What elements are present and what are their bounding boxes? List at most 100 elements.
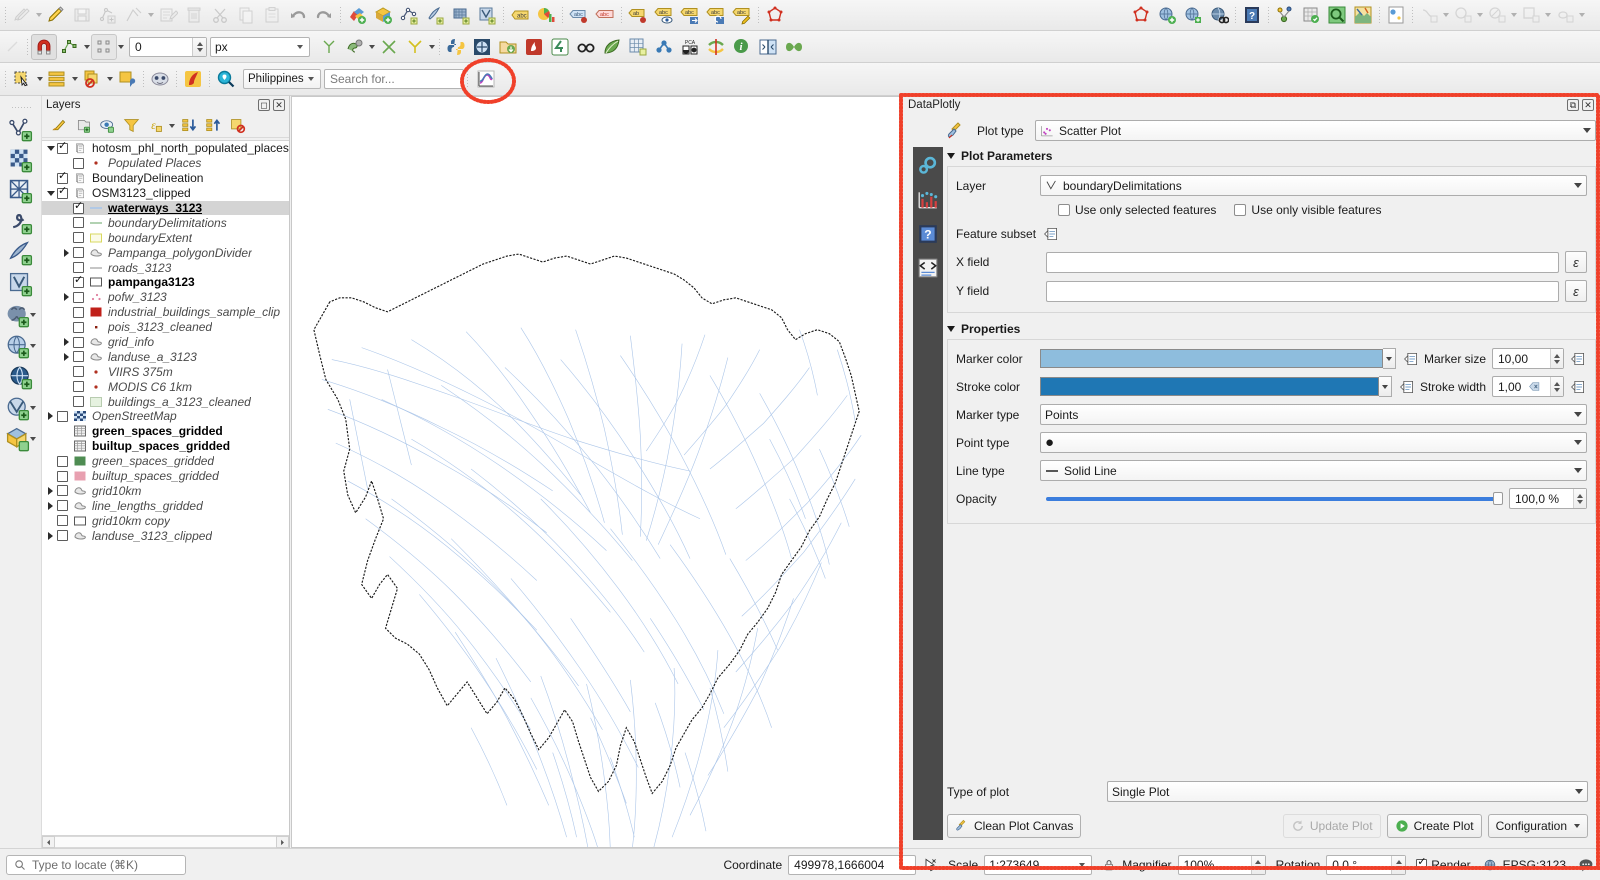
redo-icon[interactable]	[311, 2, 337, 28]
layer-visibility-checkbox[interactable]	[57, 143, 68, 154]
manage-map-themes-icon[interactable]	[96, 113, 118, 139]
code-icon[interactable]	[913, 253, 943, 283]
layer-tree-item[interactable]: boundaryExtent	[42, 230, 289, 245]
marker-size-input[interactable]: 10,00	[1492, 348, 1564, 369]
open-layer-styling-panel-icon[interactable]	[48, 113, 70, 139]
mesh-calc-2-caret[interactable]	[1476, 2, 1484, 28]
rotation-spinner[interactable]	[1391, 856, 1405, 874]
layer-tree-item[interactable]: pofw_3123	[42, 290, 289, 305]
left-tool-new-temporary-scratch-layer[interactable]	[0, 239, 42, 267]
mesh-calc-1-icon[interactable]	[1416, 2, 1442, 28]
layer-tree-item[interactable]: green_spaces_gridded	[42, 454, 289, 469]
layer-tree-item[interactable]: hotosm_phl_north_populated_places	[42, 141, 289, 156]
layer-tree-item[interactable]: OSM3123_clipped	[42, 186, 289, 201]
avoid-overlap-icon[interactable]	[342, 34, 368, 60]
add-raster-layer-icon[interactable]	[370, 2, 396, 28]
grid-icon[interactable]	[625, 34, 651, 60]
expression-filter-icon[interactable]: ε	[144, 113, 166, 139]
vertex-tool-caret[interactable]	[147, 2, 155, 28]
scroll-left-button[interactable]	[42, 836, 55, 848]
snap-tolerance-spinner[interactable]	[192, 38, 206, 56]
layer-tree-item[interactable]: pois_3123_cleaned	[42, 320, 289, 335]
nominatim-search-icon[interactable]	[213, 66, 239, 92]
layer-visibility-checkbox[interactable]	[57, 188, 68, 199]
layer-visibility-checkbox[interactable]	[73, 337, 84, 348]
marker-size-spinner[interactable]	[1550, 349, 1563, 368]
left-tool-new-spatialite-layer[interactable]	[0, 177, 42, 205]
layer-tree-item[interactable]: landuse_a_3123	[42, 349, 289, 364]
pencil-dropdown-icon[interactable]	[9, 2, 35, 28]
stroke-color-data-defined-button[interactable]	[1398, 378, 1416, 396]
layer-visibility-checkbox[interactable]	[57, 485, 68, 496]
left-tool-new-geopackage-layer[interactable]	[0, 146, 42, 174]
plot-settings-icon[interactable]	[913, 151, 943, 181]
layers-panel[interactable]: Layers ◻ ✕ ε	[42, 96, 290, 848]
layer-tree-item[interactable]: waterways_3123	[42, 201, 289, 216]
toggle-editing-icon[interactable]	[43, 2, 69, 28]
marker-size-data-defined-button[interactable]	[1569, 350, 1587, 368]
toggle-mouse-position-icon[interactable]	[922, 857, 938, 873]
left-tool-add-wms-layer[interactable]	[0, 332, 42, 360]
layer-tree-item[interactable]: builtup_spaces_gridded	[42, 469, 289, 484]
plot-preview-icon[interactable]	[913, 185, 943, 215]
snapping-intersection-icon[interactable]	[376, 34, 402, 60]
layer-tree-item[interactable]: landuse_3123_clipped	[42, 528, 289, 543]
layer-visibility-checkbox[interactable]	[57, 456, 68, 467]
leaf-icon[interactable]	[599, 34, 625, 60]
save-layer-edits-icon[interactable]	[69, 2, 95, 28]
select-all-icon[interactable]	[44, 66, 70, 92]
qgis2web-icon[interactable]	[521, 34, 547, 60]
georeferencer-icon[interactable]	[1383, 2, 1409, 28]
configuration-button[interactable]: Configuration	[1488, 814, 1588, 838]
mask-icon[interactable]	[147, 66, 173, 92]
avoid-overlap-caret[interactable]	[368, 34, 376, 60]
swipe-tool-icon[interactable]	[755, 34, 781, 60]
feature-subset-expression-button[interactable]	[1042, 225, 1060, 243]
mesh-calc-3-icon[interactable]	[1484, 2, 1510, 28]
layers-panel-toolbar[interactable]: ε	[42, 114, 289, 138]
add-wms-layer-icon[interactable]	[1154, 2, 1180, 28]
y-field-select[interactable]	[1046, 281, 1559, 302]
snap-type-caret[interactable]	[117, 34, 125, 60]
layer-visibility-checkbox[interactable]	[73, 262, 84, 273]
plot-parameters-header[interactable]: Plot Parameters	[947, 149, 1596, 163]
left-tool-new-shapefile-layer[interactable]	[0, 115, 42, 143]
identify-features-icon[interactable]: i	[729, 34, 755, 60]
marker-color-dropdown[interactable]	[1383, 348, 1396, 369]
filter-legend-icon[interactable]	[120, 113, 142, 139]
magnifier-input[interactable]: 100%	[1178, 855, 1266, 875]
left-tool-add-wfs-layer[interactable]	[0, 363, 42, 391]
scrollbar-track[interactable]	[55, 836, 276, 848]
layer-tree-item[interactable]: buildings_a_3123_cleaned	[42, 394, 289, 409]
line-type-select[interactable]: Solid Line	[1040, 460, 1587, 481]
toolbar-row-3[interactable]: Philippines Search for...	[0, 63, 1600, 96]
change-label-icon[interactable]: abc	[729, 2, 755, 28]
expander-toggle-icon[interactable]	[60, 291, 73, 304]
snapping-magnet-icon[interactable]	[31, 34, 57, 60]
paste-features-icon[interactable]	[259, 2, 285, 28]
expression-filter-caret[interactable]	[168, 113, 176, 139]
add-arcgis-layer-caret[interactable]	[29, 395, 37, 421]
undock-button[interactable]: ⧉	[1567, 99, 1579, 111]
layer-tree-item[interactable]: BoundaryDelineation	[42, 171, 289, 186]
remove-layer-icon[interactable]	[226, 113, 248, 139]
expander-toggle-icon[interactable]	[44, 499, 57, 512]
layer-tree-item[interactable]: builtup_spaces_gridded	[42, 439, 289, 454]
use-visible-features-checkbox[interactable]: Use only visible features	[1234, 203, 1381, 217]
toolbar-row-1[interactable]: abc abc abc ab abc abc abc abc	[0, 0, 1600, 31]
topological-editing-icon[interactable]	[316, 34, 342, 60]
expander-toggle-icon[interactable]	[60, 336, 73, 349]
map-canvas[interactable]	[291, 96, 900, 848]
layer-visibility-checkbox[interactable]	[57, 530, 68, 541]
layer-visibility-checkbox[interactable]	[73, 292, 84, 303]
left-data-source-toolbar[interactable]	[0, 96, 42, 848]
messages-icon[interactable]	[1578, 857, 1594, 873]
layer-tree-item[interactable]: line_lengths_gridded	[42, 498, 289, 513]
layer-visibility-checkbox[interactable]	[73, 351, 84, 362]
layer-visibility-checkbox[interactable]	[73, 322, 84, 333]
pca-icon[interactable]: PCA	[677, 34, 703, 60]
open-project-icon[interactable]	[495, 34, 521, 60]
lock-scale-icon[interactable]	[1102, 858, 1116, 872]
layer-visibility-checkbox[interactable]	[57, 173, 68, 184]
marker-color-swatch[interactable]	[1040, 349, 1383, 368]
